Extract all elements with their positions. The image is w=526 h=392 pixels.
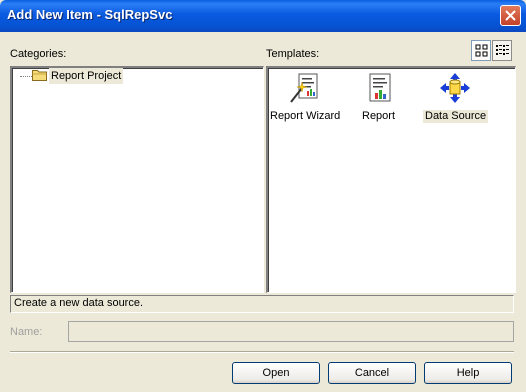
small-icons-icon (496, 45, 509, 55)
description-text: Create a new data source. (14, 297, 144, 309)
close-icon (505, 10, 516, 21)
help-button[interactable]: Help (424, 362, 512, 384)
window-title: Add New Item - SqlRepSvc (7, 7, 173, 22)
template-label: Data Source (423, 110, 489, 123)
large-icons-icon (475, 44, 488, 57)
separator (10, 351, 514, 353)
template-report[interactable]: Report (360, 72, 400, 124)
template-report-wizard[interactable]: Report Wizard (269, 72, 341, 124)
description-box: Create a new data source. (10, 295, 514, 313)
folder-icon (32, 70, 47, 81)
close-button[interactable] (500, 5, 521, 26)
templates-label: Templates: (266, 48, 320, 60)
categories-label: Categories: (10, 48, 67, 60)
title-bar: Add New Item - SqlRepSvc (0, 0, 526, 32)
name-field[interactable] (68, 321, 514, 342)
report-wizard-icon (290, 73, 318, 103)
template-data-source[interactable]: Data Source (423, 72, 489, 124)
data-source-icon (440, 73, 470, 103)
cancel-button[interactable]: Cancel (328, 362, 416, 384)
template-label: Report (362, 110, 396, 122)
open-button[interactable]: Open (232, 362, 320, 384)
report-icon (369, 73, 391, 102)
tree-item-label: Report Project (49, 68, 124, 84)
template-label: Report Wizard (270, 110, 341, 122)
categories-tree[interactable] (10, 66, 264, 293)
large-icons-view-button[interactable] (471, 40, 491, 61)
small-icons-view-button[interactable] (492, 40, 512, 61)
name-label: Name: (10, 326, 43, 338)
add-new-item-dialog: Add New Item - SqlRepSvc Categories: Tem… (0, 0, 526, 392)
tree-connector (20, 76, 32, 78)
